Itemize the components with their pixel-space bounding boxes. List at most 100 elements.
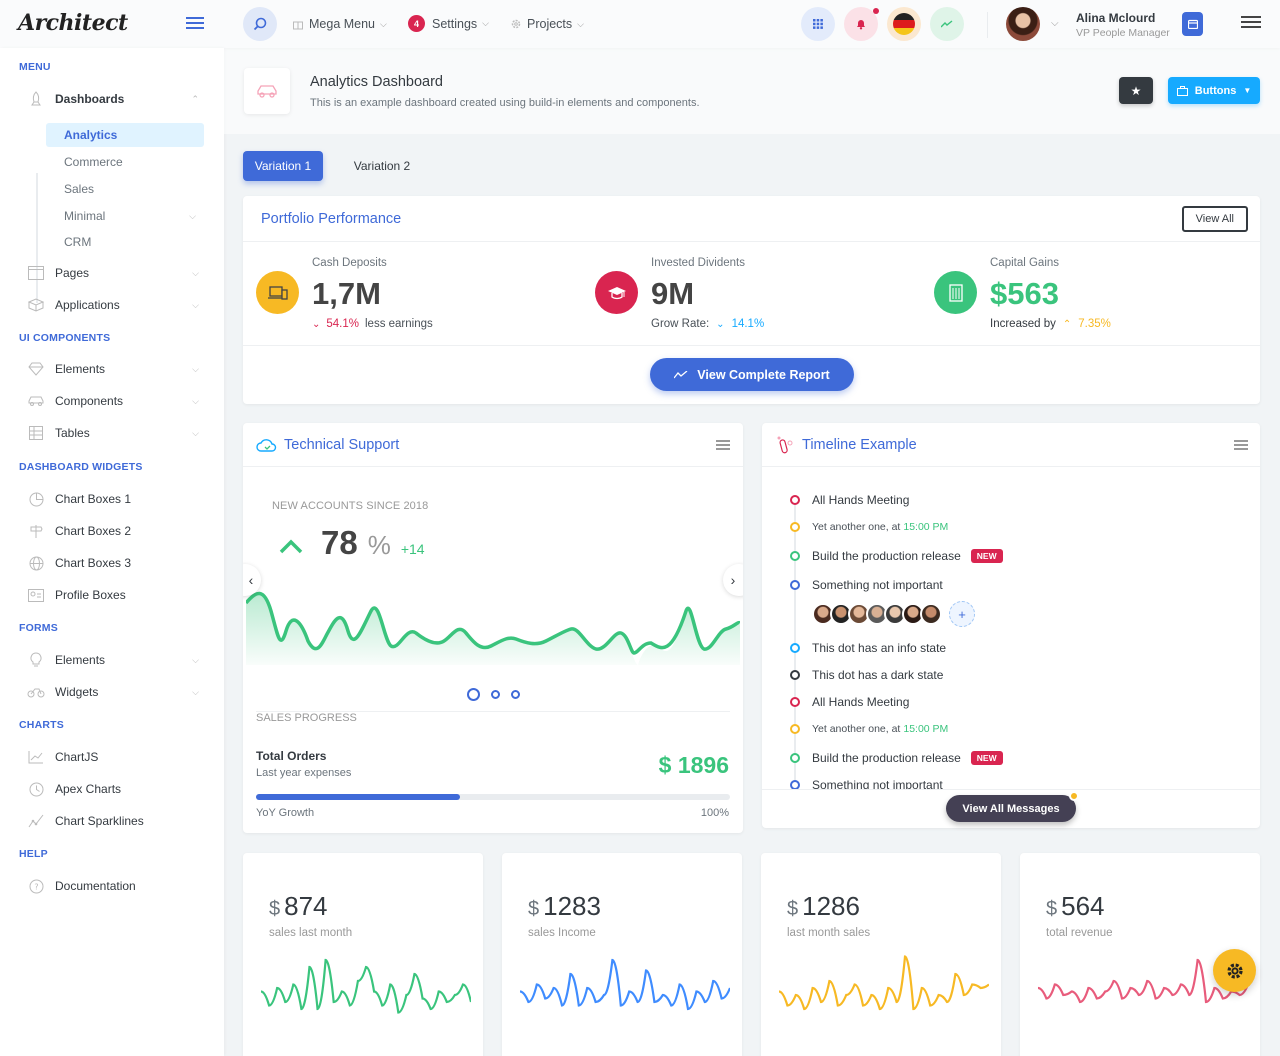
view-all-button[interactable]: View All xyxy=(1181,205,1248,232)
sidebar-item-form-elements[interactable]: Elements ⌵ xyxy=(27,648,199,672)
sidebar-sub-minimal[interactable]: Minimal ⌵ xyxy=(46,204,204,228)
card-menu-icon[interactable] xyxy=(716,439,730,450)
sidebar-sub-label: Minimal xyxy=(64,209,106,223)
buttons-label: Buttons xyxy=(1194,84,1237,97)
tab-variation-2[interactable]: Variation 2 xyxy=(342,151,422,181)
chevron-down-icon: ⌵ xyxy=(189,210,196,221)
mini-card-amount: 874 xyxy=(284,891,328,921)
grid-apps-button[interactable] xyxy=(801,7,835,41)
tab-variation-1[interactable]: Variation 1 xyxy=(243,151,323,181)
timeline-dot-primary xyxy=(790,580,800,590)
new-badge: NEW xyxy=(970,549,1003,563)
chevron-down-icon: ⌵ xyxy=(192,427,199,438)
sidebar-item-chart-boxes-3[interactable]: Chart Boxes 3 xyxy=(27,551,199,575)
currency-symbol: $ xyxy=(269,898,281,920)
activity-button[interactable] xyxy=(930,7,964,41)
sparkline-icon xyxy=(27,812,45,830)
sidebar-item-chartjs[interactable]: ChartJS xyxy=(27,745,199,769)
yoy-progress-track xyxy=(256,794,730,800)
timeline-item: Something not important xyxy=(790,578,943,592)
timeline-item: This dot has an info state xyxy=(790,641,946,655)
pie-chart-icon xyxy=(27,490,45,508)
buttons-dropdown[interactable]: Buttons ▼ xyxy=(1168,77,1260,104)
language-button[interactable] xyxy=(887,7,921,41)
sidebar-item-chart-sparklines[interactable]: Chart Sparklines xyxy=(27,809,199,833)
mini-card-sales-income: $1283 sales Income xyxy=(502,853,742,1056)
favorite-button[interactable]: ★ xyxy=(1119,77,1153,104)
settings-link[interactable]: 4 Settings ⌵ xyxy=(408,15,489,32)
stat-gains-prefix: Increased by xyxy=(990,318,1056,330)
notifications-button[interactable] xyxy=(844,7,879,41)
question-circle-icon: ? xyxy=(27,877,45,895)
sidebar-section-ui-components: UI COMPONENTS xyxy=(19,332,111,344)
sidebar-item-chart-boxes-2[interactable]: Chart Boxes 2 xyxy=(27,519,199,543)
timeline-scroll-area[interactable]: All Hands Meeting Yet another one, at 15… xyxy=(762,467,1260,789)
mini-card-label: last month sales xyxy=(787,927,871,939)
sidebar-item-label: Components xyxy=(55,394,124,408)
view-report-button[interactable]: View Complete Report xyxy=(650,358,854,391)
timeline-dot-danger xyxy=(790,495,800,505)
sidebar-item-label: Chart Boxes 2 xyxy=(55,524,132,538)
last-year-label: Last year expenses xyxy=(256,767,352,779)
sidebar-sub-commerce[interactable]: Commerce xyxy=(46,150,204,174)
stat-cash-label: Cash Deposits xyxy=(312,257,387,269)
sidebar-item-dashboards[interactable]: Dashboards ⌃ xyxy=(27,87,199,111)
sidebar-item-profile-boxes[interactable]: Profile Boxes xyxy=(27,583,199,607)
add-avatar-button[interactable]: + xyxy=(949,601,975,627)
sidebar-item-widgets[interactable]: Widgets ⌵ xyxy=(27,680,199,704)
stat-dividends-icon-circle xyxy=(595,271,638,314)
view-report-label: View Complete Report xyxy=(697,367,830,382)
laptop-phone-icon xyxy=(267,285,288,300)
timeline-time: 15:00 PM xyxy=(903,723,949,735)
view-all-messages-label: View All Messages xyxy=(962,802,1060,815)
top-header: Architect Mega Menu ⌵ 4 Settings ⌵ Proje… xyxy=(0,0,1280,48)
stat-cash-value: 1,7M xyxy=(312,276,381,311)
header-menu-button[interactable] xyxy=(1241,13,1261,31)
sidebar-toggle-button[interactable] xyxy=(186,14,204,32)
sidebar-item-components[interactable]: Components ⌵ xyxy=(27,389,199,413)
user-avatar[interactable] xyxy=(1006,7,1040,41)
chevron-down-icon: ⌵ xyxy=(192,267,199,278)
sidebar-item-label: Elements xyxy=(55,362,106,376)
projects-link[interactable]: Projects ⌵ xyxy=(510,17,584,31)
page-title-icon-box xyxy=(244,68,290,114)
carousel-dot[interactable] xyxy=(491,690,500,699)
mega-menu-link[interactable]: Mega Menu ⌵ xyxy=(292,17,387,31)
sidebar-sub-analytics[interactable]: Analytics xyxy=(46,123,204,147)
card-menu-icon[interactable] xyxy=(1234,439,1248,450)
user-name: Alina Mclourd xyxy=(1076,11,1156,25)
sidebar-item-chart-boxes-1[interactable]: Chart Boxes 1 xyxy=(27,487,199,511)
sidebar-item-elements[interactable]: Elements ⌵ xyxy=(27,357,199,381)
avatar[interactable] xyxy=(920,603,942,625)
technical-support-header: Technical Support xyxy=(243,423,743,467)
sidebar-item-label: Apex Charts xyxy=(55,782,122,796)
sidebar-sub-crm[interactable]: CRM xyxy=(46,230,204,254)
chevron-down-icon: ⌵ xyxy=(192,395,199,406)
chevron-down-icon: ⌵ xyxy=(577,18,584,29)
calendar-button[interactable] xyxy=(1182,12,1203,36)
search-button[interactable] xyxy=(243,7,277,41)
sidebar-item-tables[interactable]: Tables ⌵ xyxy=(27,421,199,445)
carousel-dot[interactable] xyxy=(511,690,520,699)
sidebar-item-applications[interactable]: Applications ⌵ xyxy=(27,293,199,317)
sidebar-item-apex-charts[interactable]: Apex Charts xyxy=(27,777,199,801)
carousel-dot-active[interactable] xyxy=(467,688,480,701)
graduation-cap-icon xyxy=(607,286,626,299)
theme-settings-button[interactable] xyxy=(1213,949,1256,992)
sidebar-item-label: Applications xyxy=(55,298,120,312)
sidebar-sub-sales[interactable]: Sales xyxy=(46,177,204,201)
view-all-messages-button[interactable]: View All Messages xyxy=(946,791,1079,822)
timeline-text: This dot has a dark state xyxy=(812,668,944,682)
stat-dividends-delta-value: 14.1% xyxy=(731,318,765,330)
stat-gains-value: $563 xyxy=(990,276,1059,311)
currency-symbol: $ xyxy=(787,898,799,920)
sidebar-item-label: Chart Sparklines xyxy=(55,814,144,828)
sidebar-item-documentation[interactable]: ? Documentation xyxy=(27,874,199,898)
trend-icon xyxy=(941,20,953,28)
stat-cash-note: less earnings xyxy=(365,318,433,330)
new-accounts-label: NEW ACCOUNTS SINCE 2018 xyxy=(272,500,429,512)
id-card-icon xyxy=(27,586,45,604)
page-title: Analytics Dashboard xyxy=(310,74,443,90)
user-menu-chevron-icon[interactable]: ⌵ xyxy=(1051,18,1059,29)
sidebar-item-pages[interactable]: Pages ⌵ xyxy=(27,261,199,285)
